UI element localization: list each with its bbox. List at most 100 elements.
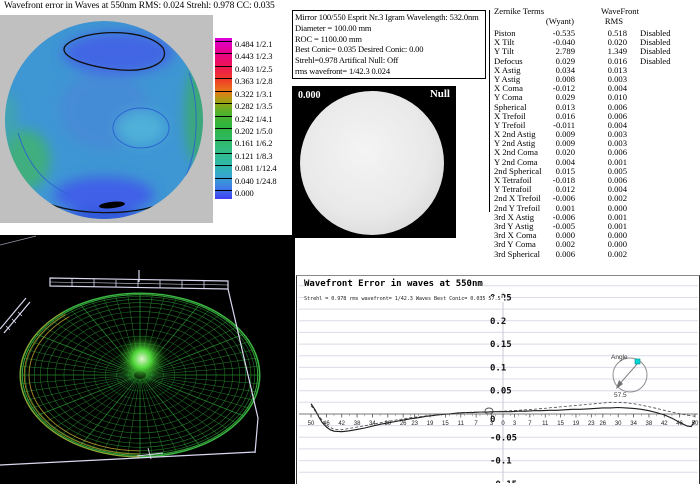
colorbar-label: 0.282 1/3.5: [235, 101, 272, 111]
x-axis-label: 26: [599, 421, 606, 427]
colorbar-tick: [215, 178, 232, 179]
x-axis-label: 38: [646, 421, 653, 427]
colorbar-tick: [215, 53, 232, 54]
y-axis-label: -0.1: [490, 457, 512, 467]
zernike-table-title: Zernike Terms: [494, 6, 544, 16]
app-window: Wavefront error in Waves at 550nm RMS: 0…: [0, 0, 700, 484]
x-axis-label: 26: [400, 421, 407, 427]
mesh-spoke: [21, 366, 134, 374]
zernike-table[interactable]: Zernike Terms WaveFront (Wyant) RMS Pist…: [494, 6, 700, 266]
x-axis-label: 38: [354, 421, 361, 427]
colorbar-label: 0.202 1/5.0: [235, 126, 272, 136]
x-axis-label: 11: [542, 421, 549, 427]
profile-chart-panel[interactable]: Wavefront Error in waves at 550nm Strehl…: [296, 275, 700, 484]
wavefront-map-panel[interactable]: [0, 15, 213, 223]
info-line: Diameter = 100.00 mm: [295, 23, 485, 34]
surface-3d-panel[interactable]: [0, 235, 295, 484]
colorbar-label: 0.040 1/24.8: [235, 176, 277, 186]
colorbar-label: 0.121 1/8.3: [235, 151, 272, 161]
colorbar-tick: [215, 190, 232, 191]
info-line: Strehl=0.978 Artifical Null: Off: [295, 55, 485, 66]
colorbar-tick: [215, 140, 232, 141]
zernike-row: X Astig0.0340.013: [494, 66, 700, 75]
mesh-rim-gold-arc: [24, 314, 140, 454]
colorbar-label: 0.322 1/3.1: [235, 89, 272, 99]
zernike-row: X Coma-0.0120.004: [494, 84, 700, 93]
colorbar-tick: [215, 66, 232, 67]
colorbar-label: 0.403 1/2.5: [235, 64, 272, 74]
x-axis-label: 23: [588, 421, 595, 427]
x-axis-label: 50: [308, 421, 315, 427]
frame-topleft-edge: [0, 236, 36, 245]
x-axis-label: 30: [615, 421, 622, 427]
null-title: Null: [430, 88, 450, 100]
y-axis-label: -0.05: [490, 433, 517, 443]
x-axis-label: 34: [630, 421, 637, 427]
null-value: 0.000: [298, 90, 321, 101]
colorbar-label: 0.484 1/2.1: [235, 39, 272, 49]
y-axis-label: 0: [490, 415, 495, 425]
colorbar-label: 0.000: [235, 188, 254, 198]
colorbar-tick: [215, 41, 232, 42]
null-interferogram-panel[interactable]: 0.000 Null: [292, 86, 456, 238]
info-line: Best Conic= 0.035 Desired Conic: 0.00: [295, 44, 485, 55]
zernike-row: Y Astig0.0080.003: [494, 75, 700, 84]
profile-chart[interactable]: 5046423834302623191511730371115192326303…: [297, 276, 699, 483]
x-axis-label: 42: [338, 421, 345, 427]
wavefront-disk: [0, 21, 211, 223]
mesh-spoke: [146, 375, 259, 383]
wavefront-map-title: Wavefront error in Waves at 550nm RMS: 0…: [4, 1, 275, 11]
surface-3d-plot[interactable]: [0, 235, 295, 484]
y-axis-label: 0.15: [490, 340, 512, 350]
zernike-rms-header: RMS: [598, 16, 630, 26]
x-axis-label: 42: [661, 421, 668, 427]
angle-label: Angle: [611, 354, 628, 361]
info-line: Mirror 100/550 Esprit Nr.3 Igram Wavelen…: [295, 12, 485, 23]
zernike-wavefront-header: WaveFront: [592, 6, 648, 16]
z-wyant: 0.006: [551, 250, 575, 259]
colorbar-tick: [215, 128, 232, 129]
colorbar-label: 0.242 1/4.1: [235, 114, 272, 124]
angle-handle-icon[interactable]: [635, 359, 640, 364]
z-name: 3rd Spherical: [494, 250, 551, 259]
zernike-rows: Piston-0.5350.518DisabledX Tilt-0.0400.0…: [494, 29, 700, 259]
colorbar-label: 0.161 1/6.2: [235, 138, 272, 148]
y-axis-label: 0.05: [490, 387, 512, 397]
wavefront-map-2d[interactable]: [0, 15, 213, 223]
info-line: ROC = 1100.00 mm: [295, 34, 485, 45]
x-axis-label: 11: [458, 421, 465, 427]
chart-title: Wavefront Error in waves at 550nm: [304, 279, 483, 289]
angle-indicator[interactable]: Angle 57.5: [611, 354, 647, 399]
y-axis-label: 0.1: [490, 363, 506, 373]
colorbar-label: 0.443 1/2.3: [235, 51, 272, 61]
colorbar-tick: [215, 103, 232, 104]
mirror-info-box[interactable]: Mirror 100/550 Esprit Nr.3 Igram Wavelen…: [292, 10, 486, 79]
x-axis-label: 19: [573, 421, 580, 427]
info-line: rms wavefront= 1/42.3 0.024: [295, 66, 485, 77]
chart-generated: 5046423834302623191511730371115192326303…: [299, 286, 699, 483]
z-status: Disabled: [640, 57, 671, 66]
colorbar-tick: [215, 91, 232, 92]
colorbar-tick: [215, 78, 232, 79]
x-axis-label: 15: [442, 421, 449, 427]
mesh-center-glow: [116, 333, 168, 385]
colorbar-gradient: [215, 38, 232, 199]
x-axis-label: 15: [557, 421, 564, 427]
colorbar-tick: [215, 116, 232, 117]
origin-marker: [485, 408, 493, 414]
colorbar-label: 0.363 1/2.8: [235, 76, 272, 86]
chart-subtitle: Strehl = 0.978 rms wavefront= 1/42.3 Wav…: [304, 296, 504, 302]
x-axis-label: 19: [427, 421, 434, 427]
x-axis-label: 23: [411, 421, 418, 427]
left-ruler-bar: [0, 298, 30, 333]
panel-divider-line: [489, 10, 490, 212]
zernike-wyant-header: (Wyant): [524, 16, 574, 26]
zernike-row: 3rd Spherical0.0060.002: [494, 250, 700, 259]
y-axis-label: -0.15: [490, 480, 517, 483]
z-rms: 0.002: [575, 250, 627, 259]
y-axis-label: 0.2: [490, 317, 506, 327]
null-interferogram-disk: [300, 91, 444, 235]
colorbar-label: 0.081 1/12.4: [235, 163, 277, 173]
zernike-row: Defocus0.0290.016Disabled: [494, 57, 700, 66]
colorbar-tick: [215, 165, 232, 166]
